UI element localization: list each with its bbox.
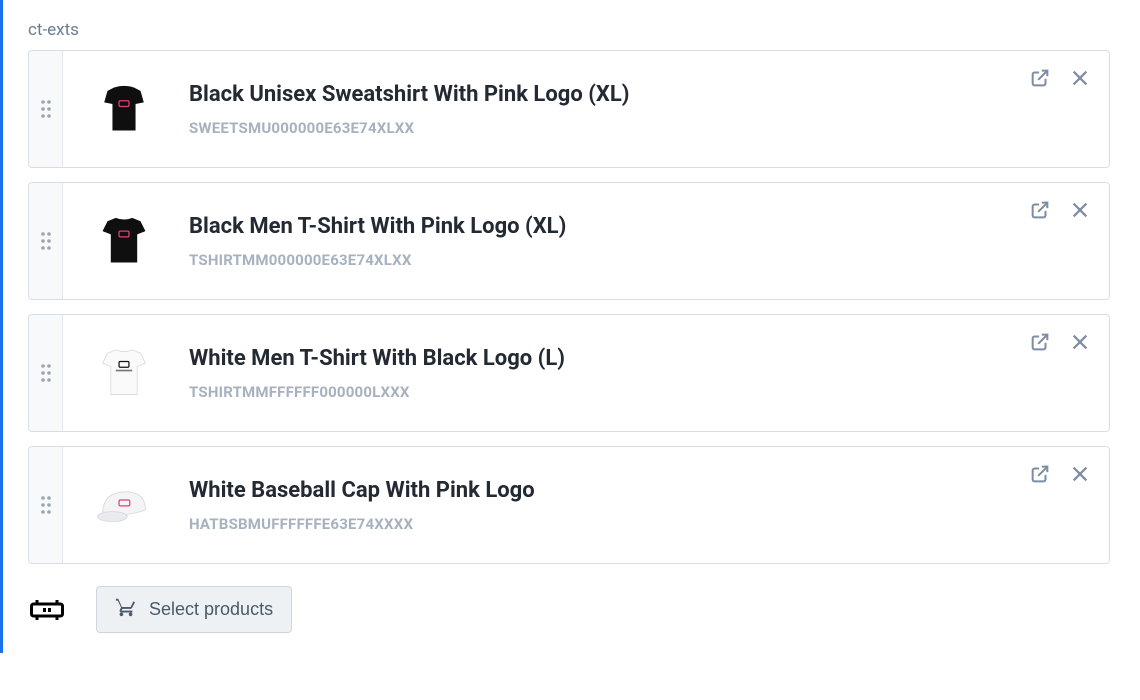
product-row: White Men T-Shirt With Black Logo (L) TS… [28, 314, 1110, 432]
product-thumbnail [79, 327, 169, 419]
product-name: Black Unisex Sweatshirt With Pink Logo (… [189, 81, 1011, 109]
product-row: White Baseball Cap With Pink Logo HATBSB… [28, 446, 1110, 564]
select-products-button[interactable]: Select products [96, 586, 292, 633]
open-external-icon[interactable] [1029, 67, 1051, 89]
cart-icon [115, 596, 137, 623]
product-thumbnail [79, 459, 169, 551]
footer-row: Select products [28, 586, 1110, 633]
close-icon[interactable] [1069, 463, 1091, 485]
product-actions [1019, 447, 1109, 563]
product-row: Black Men T-Shirt With Pink Logo (XL) TS… [28, 182, 1110, 300]
product-row: Black Unisex Sweatshirt With Pink Logo (… [28, 50, 1110, 168]
product-info: White Baseball Cap With Pink Logo HATBSB… [181, 447, 1019, 563]
product-thumbnail [79, 63, 169, 155]
product-name: White Baseball Cap With Pink Logo [189, 477, 1011, 505]
product-actions [1019, 183, 1109, 299]
product-sku: SWEETSMU000000E63E74XLXX [189, 119, 1011, 137]
product-actions [1019, 315, 1109, 431]
open-external-icon[interactable] [1029, 199, 1051, 221]
product-sku: TSHIRTMMFFFFFF000000LXXX [189, 383, 1011, 401]
product-info: White Men T-Shirt With Black Logo (L) TS… [181, 315, 1019, 431]
product-info: Black Unisex Sweatshirt With Pink Logo (… [181, 51, 1019, 167]
close-icon[interactable] [1069, 67, 1091, 89]
product-thumbnail [79, 195, 169, 287]
product-name: White Men T-Shirt With Black Logo (L) [189, 345, 1011, 373]
product-list: Black Unisex Sweatshirt With Pink Logo (… [28, 50, 1110, 564]
product-info: Black Men T-Shirt With Pink Logo (XL) TS… [181, 183, 1019, 299]
open-external-icon[interactable] [1029, 463, 1051, 485]
drag-handle-icon[interactable] [29, 51, 63, 167]
product-actions [1019, 51, 1109, 167]
select-products-label: Select products [149, 599, 273, 620]
drag-handle-icon[interactable] [29, 183, 63, 299]
drag-handle-icon[interactable] [29, 315, 63, 431]
product-sku: TSHIRTMM000000E63E74XLXX [189, 251, 1011, 269]
brand-logo-icon [28, 594, 66, 626]
product-name: Black Men T-Shirt With Pink Logo (XL) [189, 213, 1011, 241]
open-external-icon[interactable] [1029, 331, 1051, 353]
drag-handle-icon[interactable] [29, 447, 63, 563]
section-label: ct-exts [28, 20, 1110, 40]
product-sku: HATBSBMUFFFFFFE63E74XXXX [189, 515, 1011, 533]
close-icon[interactable] [1069, 199, 1091, 221]
close-icon[interactable] [1069, 331, 1091, 353]
